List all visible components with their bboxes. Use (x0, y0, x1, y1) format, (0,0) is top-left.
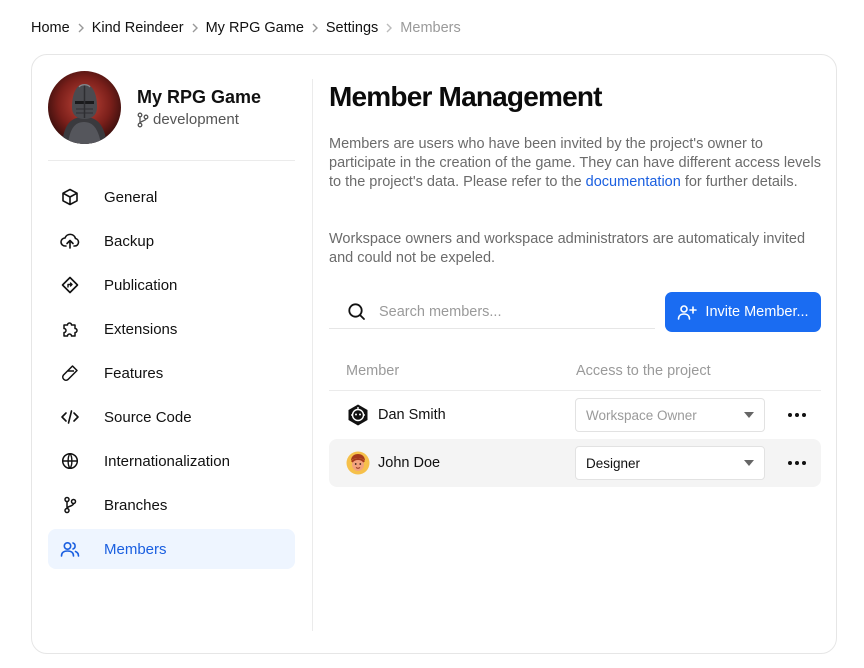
member-cell: John Doe (329, 451, 575, 475)
sidebar-item-branches[interactable]: Branches (48, 485, 295, 525)
settings-card: My RPG Game development General Backup P… (31, 54, 837, 654)
sidebar-item-label: Members (104, 540, 167, 558)
sidebar-item-members[interactable]: Members (48, 529, 295, 569)
puzzle-icon (60, 319, 80, 339)
breadcrumb-workspace[interactable]: Kind Reindeer (92, 20, 184, 36)
cube-icon (60, 187, 80, 207)
branch-name: development (153, 111, 239, 128)
description-text-end: for further details. (680, 174, 798, 190)
sidebar-item-label: Branches (104, 496, 168, 514)
sidebar-item-extensions[interactable]: Extensions (48, 309, 295, 349)
sidebar-item-internationalization[interactable]: Internationalization (48, 441, 295, 481)
hex-robot-avatar (346, 403, 370, 427)
access-level-value: Designer (586, 455, 641, 471)
sidebar-item-label: Features (104, 364, 164, 382)
sidebar-item-label: Publication (104, 276, 178, 294)
armored-knight-avatar (48, 71, 121, 144)
chevron-right-icon (304, 23, 326, 33)
settings-sidebar: My RPG Game development General Backup P… (32, 55, 312, 653)
sidebar-item-features[interactable]: Features (48, 353, 295, 393)
divider (312, 79, 313, 631)
member-options-button[interactable] (777, 446, 817, 480)
invite-member-button[interactable]: Invite Member... (665, 292, 821, 332)
cartoon-face-avatar (346, 451, 370, 475)
current-branch[interactable]: development (137, 111, 261, 128)
divider (48, 160, 295, 161)
documentation-link[interactable]: documentation (586, 174, 681, 190)
cloud-upload-icon (60, 231, 80, 251)
members-panel: Member Management Members are users who … (329, 55, 821, 653)
workspace-owners-note: Workspace owners and workspace administr… (329, 231, 806, 266)
column-header-access: Access to the project (576, 362, 711, 379)
git-branch-icon (137, 112, 149, 127)
access-level-select: Workspace Owner (575, 398, 765, 432)
more-horizontal-icon (788, 413, 806, 417)
search-input[interactable] (379, 303, 639, 320)
sidebar-item-backup[interactable]: Backup (48, 221, 295, 261)
access-level-select[interactable]: Designer (575, 446, 765, 480)
breadcrumb: Home Kind Reindeer My RPG Game Settings … (31, 20, 461, 36)
column-header-member: Member (346, 362, 400, 379)
breadcrumb-current: Members (400, 20, 461, 36)
search-icon (347, 302, 367, 322)
settings-nav: General Backup Publication Extensions Fe… (48, 177, 295, 573)
member-search (329, 295, 655, 329)
direction-sign-icon (60, 275, 80, 295)
sidebar-item-publication[interactable]: Publication (48, 265, 295, 305)
chevron-down-icon (744, 412, 754, 418)
invite-member-label: Invite Member... (705, 304, 809, 320)
globe-icon (60, 451, 80, 471)
chevron-right-icon (184, 23, 206, 33)
sidebar-item-label: Internationalization (104, 452, 230, 470)
table-row: John Doe Designer (329, 439, 821, 487)
member-name: John Doe (378, 455, 441, 471)
chevron-right-icon (70, 23, 92, 33)
members-table: Member Access to the project Dan Smith W… (329, 351, 821, 487)
chevron-right-icon (378, 23, 400, 33)
member-options-button[interactable] (777, 398, 817, 432)
breadcrumb-settings[interactable]: Settings (326, 20, 378, 36)
member-cell: Dan Smith (329, 403, 575, 427)
project-header: My RPG Game development (48, 71, 261, 144)
add-user-icon (678, 305, 698, 320)
sidebar-item-general[interactable]: General (48, 177, 295, 217)
table-row: Dan Smith Workspace Owner (329, 391, 821, 439)
sidebar-item-label: Source Code (104, 408, 192, 426)
page-title: Member Management (329, 81, 603, 112)
members-description: Members are users who have been invited … (329, 135, 821, 192)
sidebar-item-label: Extensions (104, 320, 178, 338)
access-level-value: Workspace Owner (586, 407, 697, 423)
chevron-down-icon (744, 460, 754, 466)
breadcrumb-home[interactable]: Home (31, 20, 70, 36)
more-horizontal-icon (788, 461, 806, 465)
flask-icon (60, 363, 80, 383)
code-icon (60, 407, 80, 427)
member-name: Dan Smith (378, 407, 446, 423)
project-name: My RPG Game (137, 87, 262, 107)
sidebar-item-label: General (104, 188, 158, 206)
git-branch-icon (60, 495, 80, 515)
users-icon (60, 539, 80, 559)
breadcrumb-project[interactable]: My RPG Game (206, 20, 304, 36)
sidebar-item-label: Backup (104, 232, 155, 250)
table-header: Member Access to the project (329, 351, 821, 391)
sidebar-item-source-code[interactable]: Source Code (48, 397, 295, 437)
